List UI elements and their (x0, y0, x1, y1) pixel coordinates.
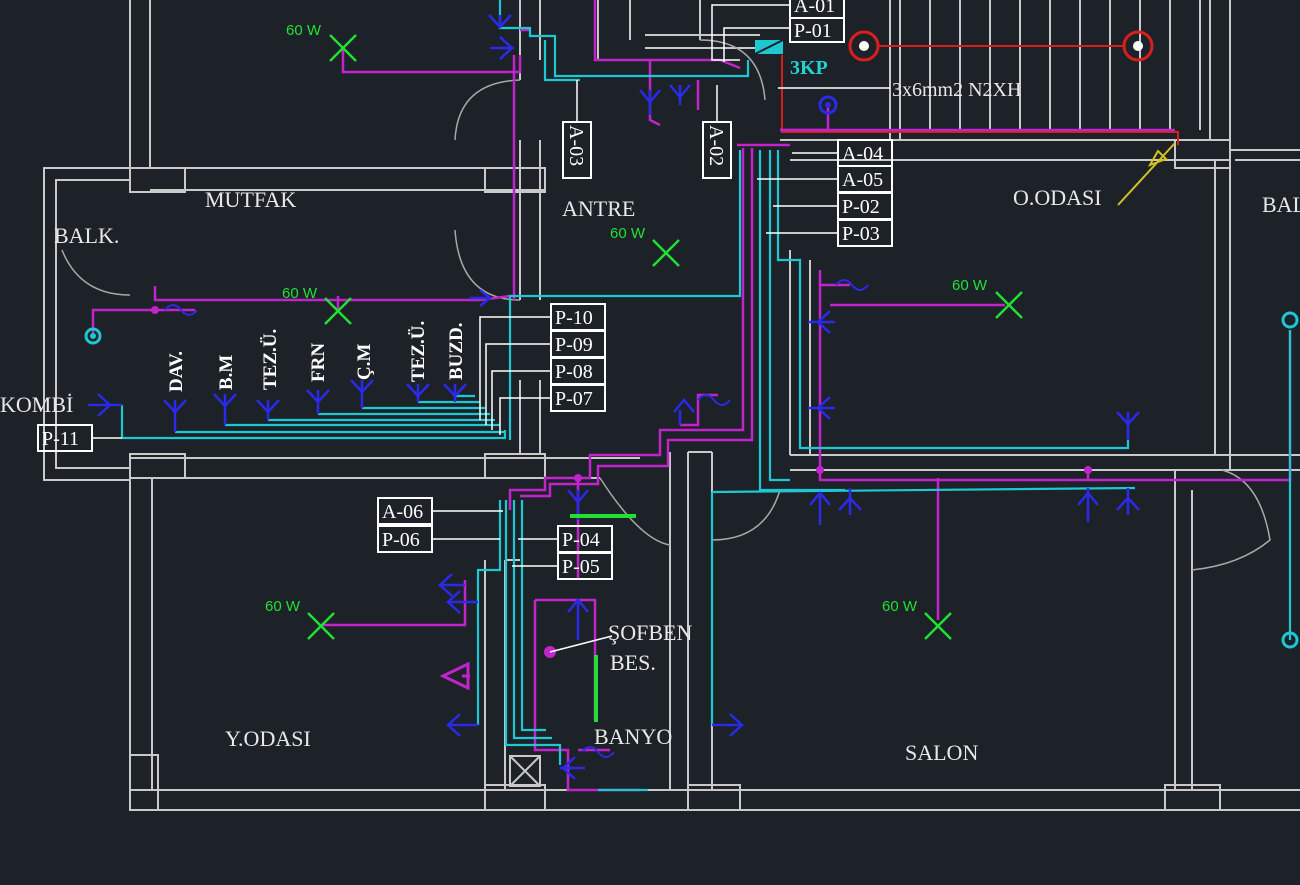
label-a05: A-05 (837, 165, 893, 193)
room-antre: ANTRE (562, 196, 635, 221)
appliance-cm: Ç.M (354, 344, 375, 380)
socket-icon (808, 310, 835, 334)
appliance-buzd: BUZD. (446, 322, 467, 380)
appliance-labels: DAV. B.M TEZ.Ü. FRN Ç.M TEZ.Ü. BUZD. (166, 321, 467, 392)
svg-text:A-05: A-05 (842, 169, 883, 191)
label-p01: P-01 (789, 17, 845, 43)
svg-text:3x6mm2 N2XH: 3x6mm2 N2XH (892, 79, 1021, 101)
sofben-annotation: ŞOFBEN BES. (549, 620, 692, 675)
svg-text:P-02: P-02 (842, 196, 880, 218)
svg-text:A-01: A-01 (794, 0, 835, 17)
socket-icon (306, 389, 330, 414)
room-bal: BAL (1262, 192, 1300, 217)
watt-label: 60 W (282, 285, 318, 302)
socket-icon (446, 590, 478, 614)
room-banyo: BANYO (594, 724, 672, 749)
label-p07: P-07 (550, 384, 606, 412)
label-p08: P-08 (550, 357, 606, 385)
panel-label: 3KP (790, 57, 828, 79)
room-mutfak: MUTFAK (205, 187, 296, 212)
socket-icon (443, 383, 467, 402)
label-p09: P-09 (550, 330, 606, 358)
fixture-labels: 60 W 60 W 60 W 60 W 60 W 60 W (265, 22, 988, 615)
svg-text:P-06: P-06 (382, 529, 420, 551)
room-balk: BALK. (54, 223, 119, 248)
svg-text:A-03: A-03 (565, 125, 587, 166)
appliance-tezu-1: TEZ.Ü. (260, 329, 281, 390)
electrical-floor-plan: A-01 P-01 A-03 A-02 A-04 A-05 P-02 P-03 … (0, 0, 1300, 880)
svg-text:P-09: P-09 (555, 334, 593, 356)
svg-text:P-10: P-10 (555, 307, 593, 329)
svg-text:A-04: A-04 (842, 143, 883, 165)
room-labels: MUTFAK BALK. ANTRE O.ODASI BAL KOMBİ Y.O… (0, 185, 1300, 765)
label-p05: P-05 (512, 552, 613, 580)
svg-text:P-05: P-05 (562, 556, 600, 578)
watt-label: 60 W (952, 277, 988, 294)
cable-annotation: 3x6mm2 N2XH (778, 79, 1021, 101)
label-p03: P-03 (837, 219, 893, 247)
label-a06: A-06 (377, 497, 503, 525)
svg-text:P-04: P-04 (562, 529, 600, 551)
socket-icon (1077, 488, 1099, 522)
socket-icon (809, 491, 831, 525)
socket-icon (406, 383, 430, 402)
socket-icon (446, 713, 478, 737)
wall-lamp-icon (1281, 311, 1299, 329)
socket-icon (838, 488, 862, 515)
socket-icon (1116, 488, 1140, 515)
watt-label: 60 W (610, 225, 646, 242)
room-kombi: KOMBİ (0, 392, 73, 417)
socket-icon (490, 36, 514, 60)
socket-icon (163, 399, 187, 432)
label-p04: P-04 (518, 525, 613, 553)
socket-icon (1116, 411, 1140, 440)
room-yodasi: Y.ODASI (225, 726, 311, 751)
socket-icon (639, 89, 661, 115)
label-p06: P-06 (377, 525, 500, 553)
socket-icon (567, 598, 589, 640)
appliance-frn: FRN (308, 343, 329, 382)
label-p02: P-02 (837, 192, 893, 220)
switch-icon (697, 394, 731, 406)
socket-icon (673, 398, 695, 425)
label-p11: P-11 (37, 424, 122, 452)
svg-text:P-01: P-01 (794, 20, 832, 42)
svg-text:P-03: P-03 (842, 223, 880, 245)
svg-text:P-11: P-11 (42, 428, 79, 450)
label-p10: P-10 (550, 303, 606, 331)
socket-icon (560, 756, 585, 780)
oodasi-leader (1117, 142, 1176, 206)
socket-icon (350, 379, 374, 408)
socket-icon (438, 573, 465, 597)
socket-icon (712, 713, 744, 737)
label-a04: A-04 (837, 139, 893, 167)
appliance-bm: B.M (216, 355, 237, 390)
svg-text:A-02: A-02 (705, 125, 727, 166)
svg-text:BES.: BES. (610, 650, 656, 675)
svg-text:P-07: P-07 (555, 388, 593, 410)
watt-label: 60 W (286, 22, 322, 39)
socket-icon (88, 393, 122, 417)
label-a03: A-03 (562, 80, 592, 179)
appliance-dav: DAV. (166, 351, 187, 392)
room-salon: SALON (905, 740, 978, 765)
watt-label: 60 W (882, 598, 918, 615)
walls (43, 0, 1300, 811)
label-a02: A-02 (702, 85, 732, 179)
socket-icon (256, 399, 280, 420)
svg-text:A-06: A-06 (382, 501, 423, 523)
socket-icon (669, 84, 691, 105)
label-a01: A-01 (789, 0, 845, 19)
warning-triangle-icon (439, 661, 470, 691)
appliance-tezu-2: TEZ.Ü. (408, 321, 429, 382)
socket-icon (488, 14, 512, 29)
room-oodasi: O.ODASI (1013, 185, 1102, 210)
svg-text:P-08: P-08 (555, 361, 593, 383)
watt-label: 60 W (265, 598, 301, 615)
light-fixture-icon (652, 239, 680, 267)
svg-text:ŞOFBEN: ŞOFBEN (608, 620, 692, 645)
socket-icon (213, 393, 237, 425)
socket-icon (808, 396, 835, 420)
